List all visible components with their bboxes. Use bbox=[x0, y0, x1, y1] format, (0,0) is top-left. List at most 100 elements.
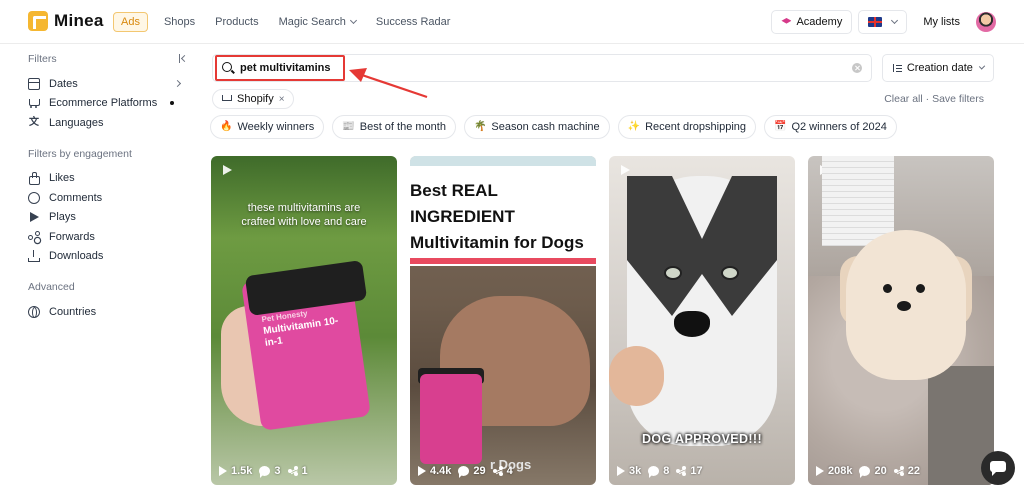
clear-search-icon[interactable] bbox=[852, 63, 862, 73]
active-filter-label: Shopify bbox=[237, 93, 274, 105]
plays-stat: 208k bbox=[816, 465, 852, 477]
ad-thumbnail-eye bbox=[721, 266, 739, 280]
filter-actions: Clear all · Save filters bbox=[884, 93, 984, 105]
ad-accent-bar bbox=[410, 258, 596, 264]
top-navigation-bar: Minea Ads Shops Products Magic Search Su… bbox=[0, 0, 1024, 44]
shares-stat: 4 bbox=[492, 465, 513, 477]
quick-filter-best-of-month[interactable]: 📰 Best of the month bbox=[332, 115, 456, 139]
filter-downloads-label: Downloads bbox=[49, 250, 104, 263]
share-icon bbox=[28, 230, 40, 243]
filter-likes-label: Likes bbox=[49, 172, 75, 185]
comments-count: 8 bbox=[663, 465, 670, 477]
quick-filter-recent-dropshipping[interactable]: ✨ Recent dropshipping bbox=[617, 115, 756, 139]
shares-stat: 22 bbox=[893, 465, 920, 477]
ad-stats: 4.4k 29 4 bbox=[418, 465, 513, 478]
language-selector[interactable] bbox=[858, 10, 908, 34]
filter-ecommerce-platforms[interactable]: Ecommerce Platforms bbox=[28, 94, 188, 114]
filter-ecommerce-label: Ecommerce Platforms bbox=[49, 97, 158, 110]
comments-count: 20 bbox=[874, 465, 887, 477]
clear-all-link[interactable]: Clear all bbox=[884, 93, 923, 105]
ad-card[interactable]: DOG APPROVED!!! 3k 8 17 bbox=[609, 156, 795, 485]
shares-count: 4 bbox=[506, 465, 513, 477]
filter-dates[interactable]: Dates bbox=[28, 74, 188, 94]
comments-stat: 29 bbox=[458, 465, 486, 478]
graduation-cap-icon bbox=[781, 18, 792, 24]
ad-thumbnail-nose bbox=[674, 311, 710, 337]
chat-support-icon[interactable] bbox=[981, 451, 1015, 485]
quick-filter-season-cash-machine[interactable]: 🌴 Season cash machine bbox=[463, 115, 610, 139]
share-icon bbox=[287, 466, 298, 476]
video-icon bbox=[223, 165, 232, 175]
filter-countries[interactable]: Countries bbox=[28, 302, 188, 322]
quick-filter-weekly-winners[interactable]: 🔥 Weekly winners bbox=[210, 115, 325, 139]
filters-heading: Filters bbox=[28, 52, 188, 66]
comments-count: 3 bbox=[274, 465, 281, 477]
active-filter-dot bbox=[170, 101, 174, 106]
nav-ads[interactable]: Ads bbox=[113, 12, 148, 32]
active-filter-chip-shopify[interactable]: Shopify × bbox=[212, 89, 294, 109]
play-icon bbox=[219, 466, 227, 476]
calendar-icon bbox=[28, 77, 40, 90]
globe-icon bbox=[28, 305, 40, 318]
minea-logo-icon bbox=[28, 11, 48, 31]
my-lists-link[interactable]: My lists bbox=[913, 16, 970, 28]
ad-title-text: Best REAL INGREDIENT Multivitamin for Do… bbox=[410, 178, 596, 256]
ad-title-line: Best REAL bbox=[410, 181, 498, 200]
engagement-heading: Filters by engagement bbox=[28, 147, 132, 160]
annotation-arrow-icon bbox=[349, 68, 428, 99]
palm-tree-icon: 🌴 bbox=[473, 121, 487, 132]
comments-count: 29 bbox=[473, 465, 486, 477]
play-icon bbox=[816, 466, 824, 476]
plays-count: 4.4k bbox=[430, 465, 452, 477]
chevron-down-icon bbox=[978, 62, 986, 70]
quick-filter-q2-winners[interactable]: 📅 Q2 winners of 2024 bbox=[764, 115, 897, 139]
quick-filter-label: Best of the month bbox=[359, 121, 446, 133]
comments-stat: 8 bbox=[648, 465, 670, 478]
filter-languages-label: Languages bbox=[49, 116, 104, 129]
filter-comments[interactable]: Comments bbox=[28, 188, 188, 208]
comment-icon bbox=[859, 466, 871, 478]
comment-icon bbox=[648, 466, 660, 478]
save-filters-link[interactable]: Save filters bbox=[932, 93, 984, 105]
filter-dates-label: Dates bbox=[49, 77, 78, 90]
filters-sidebar: Filters Dates Ecommerce Platforms 文 Lang… bbox=[28, 52, 188, 322]
ad-card[interactable]: these multivitamins are crafted with lov… bbox=[211, 156, 397, 485]
remove-filter-icon[interactable]: × bbox=[279, 94, 285, 105]
academy-button[interactable]: Academy bbox=[771, 10, 853, 34]
chevron-right-icon bbox=[173, 80, 182, 88]
sort-icon bbox=[892, 64, 902, 72]
filter-forwards[interactable]: Forwards bbox=[28, 227, 188, 247]
ad-card[interactable]: Best REAL INGREDIENT Multivitamin for Do… bbox=[410, 156, 596, 485]
filter-likes[interactable]: Likes bbox=[28, 169, 188, 189]
quick-filter-label: Weekly winners bbox=[237, 121, 315, 133]
sort-dropdown[interactable]: Creation date bbox=[882, 54, 994, 82]
ad-overlay-text: these multivitamins are crafted with lov… bbox=[241, 202, 367, 228]
filter-forwards-label: Forwards bbox=[49, 230, 95, 243]
chevron-down-icon bbox=[349, 16, 357, 25]
ad-top-strip bbox=[410, 156, 596, 166]
comments-stat: 20 bbox=[859, 465, 887, 478]
collapse-sidebar-icon[interactable] bbox=[179, 54, 188, 63]
nav-products[interactable]: Products bbox=[207, 12, 266, 32]
play-icon bbox=[617, 466, 625, 476]
separator: · bbox=[925, 93, 930, 105]
plays-count: 1.5k bbox=[231, 465, 253, 477]
filter-plays[interactable]: Plays bbox=[28, 208, 188, 228]
ad-card[interactable]: 208k 20 22 bbox=[808, 156, 994, 485]
user-avatar[interactable] bbox=[976, 12, 996, 32]
fire-icon: 🔥 bbox=[220, 121, 233, 132]
ad-thumbnail-nose bbox=[897, 301, 911, 311]
nav-success-radar[interactable]: Success Radar bbox=[368, 12, 459, 32]
chevron-down-icon bbox=[891, 16, 899, 24]
ad-overlay-text: DOG APPROVED!!! bbox=[641, 432, 763, 446]
filter-languages[interactable]: 文 Languages bbox=[28, 113, 188, 133]
filter-downloads[interactable]: Downloads bbox=[28, 247, 188, 267]
top-right-actions: Academy My lists bbox=[771, 10, 996, 34]
sort-label: Creation date bbox=[906, 62, 973, 74]
nav-magic-search[interactable]: Magic Search bbox=[271, 12, 364, 32]
play-icon bbox=[418, 466, 426, 476]
minea-logo[interactable]: Minea bbox=[28, 11, 104, 31]
filter-comments-label: Comments bbox=[49, 191, 103, 204]
nav-shops[interactable]: Shops bbox=[156, 12, 203, 32]
ad-thumbnail-window-blinds bbox=[822, 156, 894, 246]
